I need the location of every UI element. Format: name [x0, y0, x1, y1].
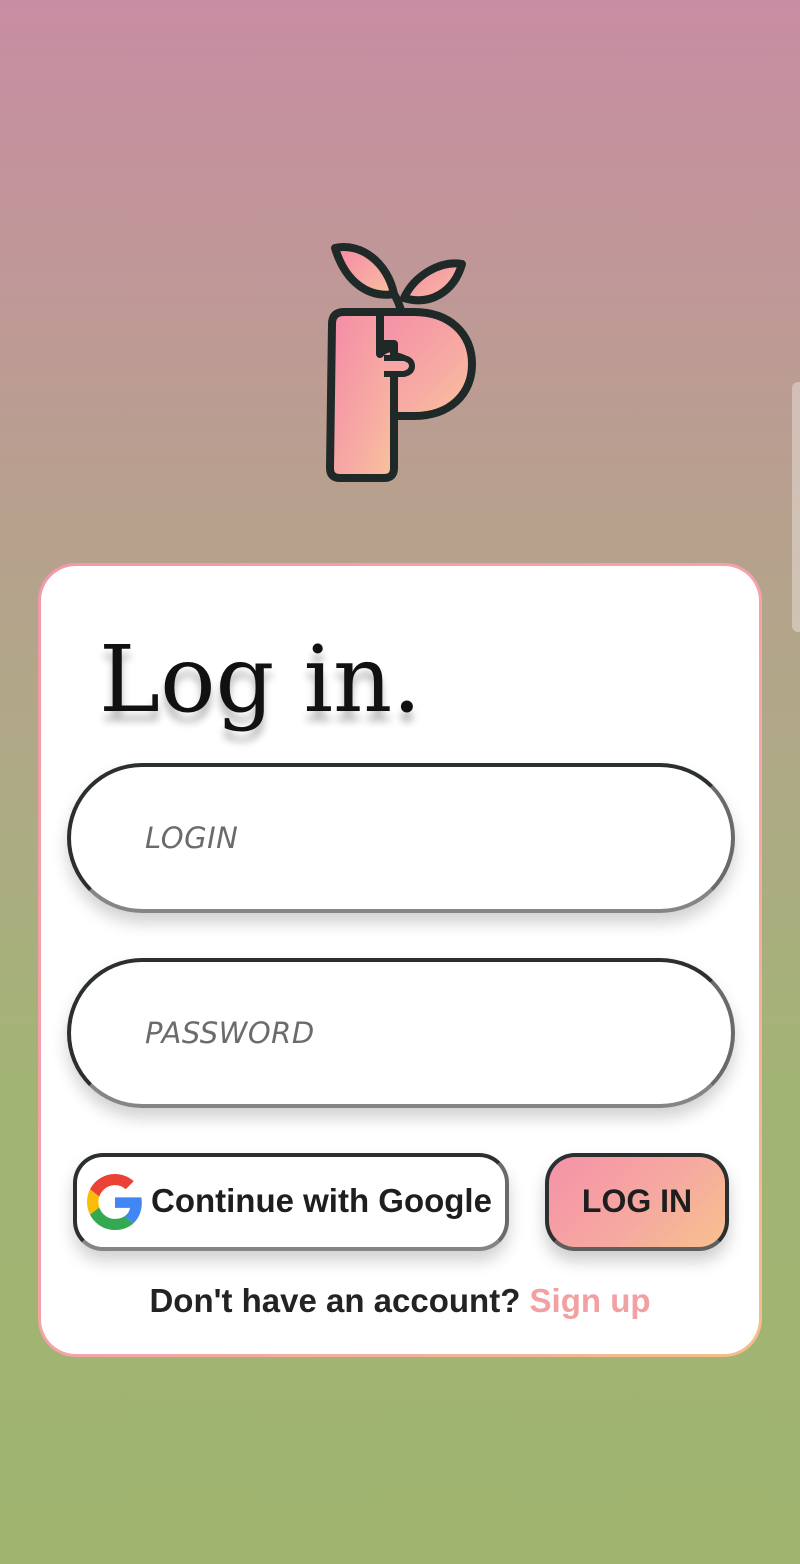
login-card: Log in. Continue with Google LOG IN Don'…	[38, 563, 762, 1357]
app-logo-icon	[326, 243, 476, 482]
signup-prompt-text: Don't have an account?	[149, 1282, 521, 1319]
google-button-label: Continue with Google	[151, 1182, 492, 1219]
sign-up-link[interactable]: Sign up	[530, 1282, 651, 1319]
password-input[interactable]	[145, 962, 705, 1104]
log-in-button-label: LOG IN	[581, 1183, 693, 1219]
login-field[interactable]	[67, 763, 735, 913]
google-g-icon	[87, 1174, 142, 1230]
signup-prompt-line: Don't have an account? Sign up	[41, 1284, 759, 1317]
log-in-button[interactable]: LOG IN	[545, 1153, 729, 1251]
continue-with-google-button[interactable]: Continue with Google	[73, 1153, 509, 1251]
scroll-indicator[interactable]	[792, 382, 800, 632]
login-card-body: Log in. Continue with Google LOG IN Don'…	[41, 566, 759, 1354]
login-input[interactable]	[145, 767, 705, 909]
password-field[interactable]	[67, 958, 735, 1108]
page-title: Log in.	[99, 626, 422, 733]
